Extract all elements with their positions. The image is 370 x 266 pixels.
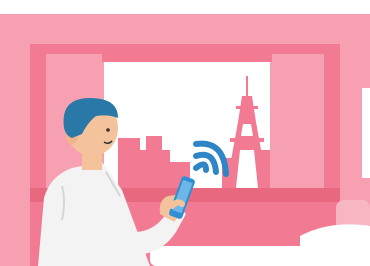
right-frame — [362, 88, 370, 178]
building — [140, 150, 170, 188]
thumb — [169, 199, 185, 209]
room-illustration — [0, 0, 370, 266]
ceiling-band — [0, 14, 370, 44]
ceiling-gap — [0, 0, 370, 14]
right-curtain — [272, 54, 324, 204]
left-wall — [0, 44, 30, 266]
eye — [106, 128, 110, 132]
building — [118, 138, 140, 188]
building — [146, 136, 162, 150]
illustration-scene — [0, 0, 370, 266]
